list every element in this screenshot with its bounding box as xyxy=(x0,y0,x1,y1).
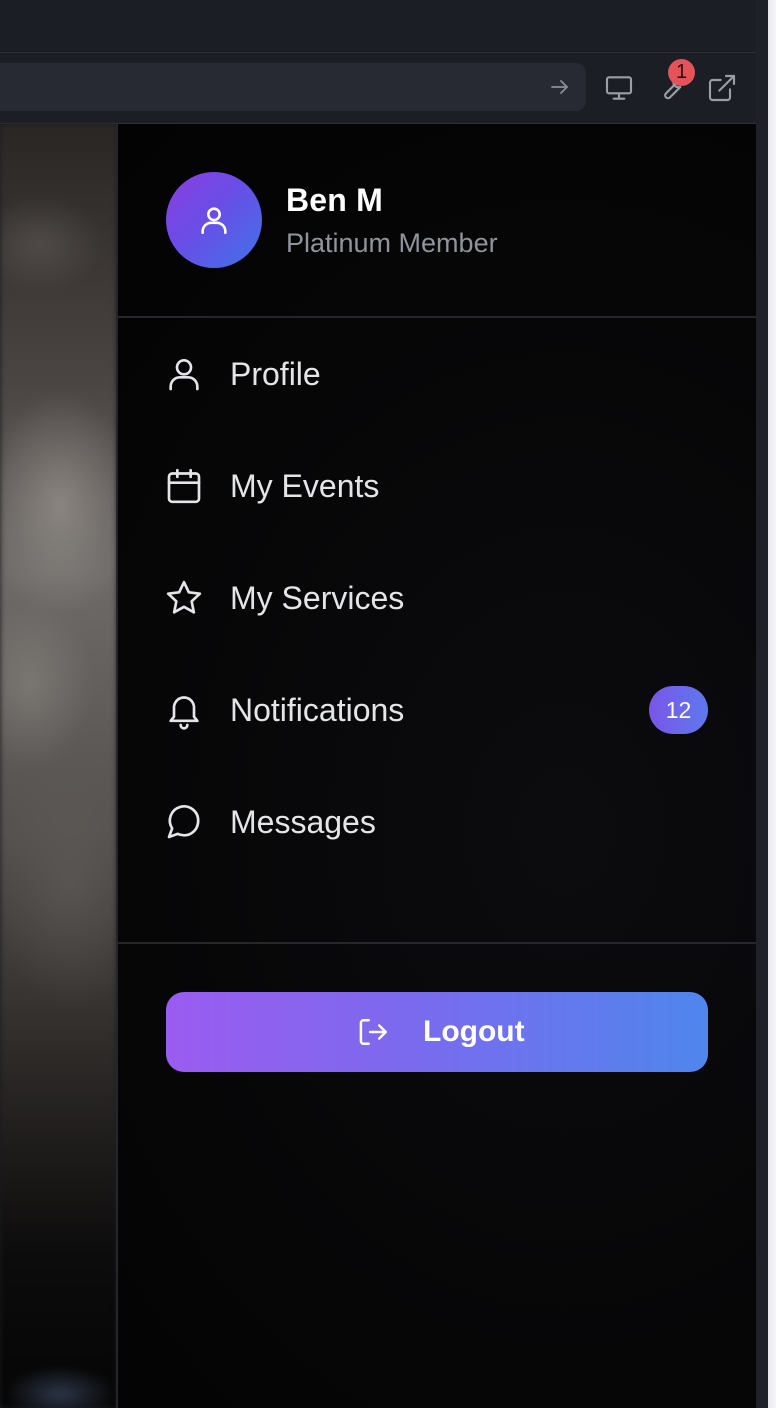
message-circle-icon xyxy=(164,802,204,842)
external-link-icon[interactable] xyxy=(705,71,739,105)
calendar-icon xyxy=(164,466,204,506)
window-edge xyxy=(756,0,776,1408)
menu-item-label: Messages xyxy=(230,804,376,840)
notification-count-badge: 12 xyxy=(649,686,708,734)
side-drawer: Ben M Platinum Member Profile My Events … xyxy=(118,124,756,1408)
menu-item-my-services[interactable]: My Services xyxy=(118,542,756,654)
background-page-blurred xyxy=(0,124,117,1408)
star-icon xyxy=(164,578,204,618)
menu-item-label: Notifications xyxy=(230,692,405,728)
extension-badge: 1 xyxy=(668,59,695,86)
tab-strip xyxy=(0,0,756,53)
user-name: Ben M xyxy=(286,182,383,218)
address-bar[interactable] xyxy=(0,63,586,111)
arrow-right-icon[interactable] xyxy=(548,75,572,99)
user-icon xyxy=(197,203,231,237)
menu-item-label: My Services xyxy=(230,580,405,616)
user-icon xyxy=(164,354,204,394)
monitor-icon[interactable] xyxy=(602,71,636,105)
membership-tier: Platinum Member xyxy=(286,228,498,258)
logout-button[interactable]: Logout xyxy=(166,992,708,1072)
browser-toolbar xyxy=(0,53,756,124)
menu-item-messages[interactable]: Messages xyxy=(118,766,756,878)
logout-icon xyxy=(357,1016,391,1048)
user-header: Ben M Platinum Member xyxy=(118,124,756,318)
menu-item-profile[interactable]: Profile xyxy=(118,318,756,430)
avatar[interactable] xyxy=(166,172,262,268)
bell-icon xyxy=(164,690,204,730)
logout-label: Logout xyxy=(423,1015,525,1048)
menu-item-label: My Events xyxy=(230,468,380,504)
menu-item-notifications[interactable]: Notifications 12 xyxy=(118,654,756,766)
drawer-menu: Profile My Events My Services Notificati… xyxy=(118,318,756,944)
menu-item-my-events[interactable]: My Events xyxy=(118,430,756,542)
menu-item-label: Profile xyxy=(230,356,321,392)
app-window: 1 Ben M Platinum Member Profile My Event… xyxy=(0,0,776,1408)
